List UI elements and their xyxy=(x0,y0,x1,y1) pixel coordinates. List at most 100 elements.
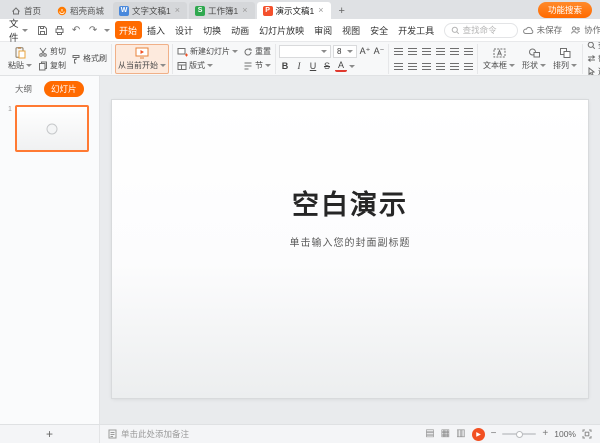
slide-thumbnail[interactable] xyxy=(15,105,89,152)
zoom-slider-knob[interactable] xyxy=(516,431,523,438)
notes-placeholder[interactable]: 单击此处添加备注 xyxy=(100,428,189,440)
columns-button[interactable] xyxy=(462,60,474,73)
zoom-out-button[interactable]: − xyxy=(491,429,497,439)
print-button[interactable] xyxy=(53,23,66,37)
replace-button[interactable]: 替换 xyxy=(586,53,600,64)
tab-review[interactable]: 审阅 xyxy=(310,21,337,39)
command-search-input[interactable] xyxy=(463,25,511,35)
file-menu-button[interactable]: 文件 xyxy=(6,16,31,44)
chevron-down-icon xyxy=(321,50,327,53)
distribute-button[interactable] xyxy=(448,60,460,73)
slides-tab[interactable]: 幻灯片 xyxy=(44,81,84,97)
document-tab-spreadsheet[interactable]: S 工作簿1 × xyxy=(189,2,255,19)
line-spacing-icon xyxy=(450,48,459,55)
fit-to-window-icon[interactable] xyxy=(582,429,592,439)
chevron-down-icon xyxy=(265,64,271,67)
paste-button[interactable]: 粘贴 xyxy=(6,44,34,74)
zoom-slider[interactable] xyxy=(502,433,536,435)
search-icon xyxy=(451,26,460,35)
ribbon-home: 粘贴 剪切 复制 格式刷 xyxy=(0,42,600,76)
tab-transitions[interactable]: 切换 xyxy=(199,21,226,39)
close-icon[interactable]: × xyxy=(317,6,324,15)
align-center-button[interactable] xyxy=(406,60,418,73)
align-right-button[interactable] xyxy=(420,60,432,73)
zoom-level[interactable]: 100% xyxy=(554,429,576,439)
font-name-combo[interactable] xyxy=(279,45,331,58)
print-icon xyxy=(54,25,65,36)
outline-tab[interactable]: 大纲 xyxy=(8,81,39,97)
tab-security[interactable]: 安全 xyxy=(366,21,393,39)
play-from-current-button[interactable]: 从当前开始 xyxy=(115,44,169,74)
normal-view-button[interactable]: ▤ xyxy=(425,429,434,439)
tab-home[interactable]: 开始 xyxy=(115,21,142,39)
tab-design[interactable]: 设计 xyxy=(171,21,198,39)
layout-button[interactable]: 版式 xyxy=(176,60,239,72)
undo-button[interactable]: ↶ xyxy=(70,23,83,37)
promo-button[interactable]: 功能搜索 xyxy=(538,2,592,18)
find-button[interactable]: 查找 xyxy=(586,42,600,51)
document-tab-writer[interactable]: W 文字文稿1 × xyxy=(113,2,187,19)
underline-button[interactable]: U xyxy=(307,60,319,73)
tab-view[interactable]: 视图 xyxy=(338,21,365,39)
arrange-button[interactable]: 排列 xyxy=(551,44,579,74)
chevron-down-icon[interactable] xyxy=(349,65,355,68)
shapes-button[interactable]: 形状 xyxy=(520,44,548,74)
text-direction-button[interactable] xyxy=(462,45,474,58)
increase-indent-button[interactable] xyxy=(434,45,446,58)
play-slideshow-button[interactable]: ▶ xyxy=(472,428,485,441)
docer-store-label: 稻壳商城 xyxy=(70,5,104,17)
strikethrough-button[interactable]: S xyxy=(321,60,333,73)
decrease-font-button[interactable]: A⁻ xyxy=(373,45,385,58)
select-button[interactable]: 选择 xyxy=(586,66,600,76)
save-button[interactable] xyxy=(36,23,49,37)
cut-button[interactable]: 剪切 xyxy=(37,46,67,58)
cut-icon xyxy=(38,47,48,57)
bold-button[interactable]: B xyxy=(279,60,291,73)
line-spacing-button[interactable] xyxy=(448,45,460,58)
tab-devtools[interactable]: 开发工具 xyxy=(394,21,439,39)
slide-sorter-view-button[interactable]: ▦ xyxy=(441,429,450,439)
italic-button[interactable]: I xyxy=(293,60,305,73)
notes-placeholder-label: 单击此处添加备注 xyxy=(121,428,189,440)
justify-button[interactable] xyxy=(434,60,446,73)
docer-store-icon xyxy=(57,6,67,16)
close-icon[interactable]: × xyxy=(174,6,181,15)
close-icon[interactable]: × xyxy=(241,6,248,15)
new-slide-button[interactable]: 新建幻灯片 xyxy=(176,46,239,58)
slide-canvas-area: 空白演示 单击输入您的封面副标题 xyxy=(100,76,600,424)
slide[interactable]: 空白演示 单击输入您的封面副标题 xyxy=(112,100,588,398)
increase-indent-icon xyxy=(436,48,445,55)
reset-button[interactable]: 重置 xyxy=(242,46,272,58)
tab-insert[interactable]: 插入 xyxy=(143,21,170,39)
chevron-down-icon[interactable] xyxy=(104,29,110,32)
font-size-combo[interactable]: 8 xyxy=(333,45,357,58)
increase-font-button[interactable]: A⁺ xyxy=(359,45,371,58)
textbox-button[interactable]: 文本框 xyxy=(481,44,517,74)
command-search[interactable] xyxy=(444,23,518,38)
collaborate-button[interactable]: 协作 xyxy=(570,24,600,36)
redo-button[interactable]: ↷ xyxy=(87,23,100,37)
align-left-button[interactable] xyxy=(392,60,404,73)
zoom-in-button[interactable]: + xyxy=(542,429,548,439)
numbered-list-button[interactable] xyxy=(406,45,418,58)
bullet-list-button[interactable] xyxy=(392,45,404,58)
layout-label: 版式 xyxy=(189,60,205,71)
docer-store-tab[interactable]: 稻壳商城 xyxy=(50,3,111,19)
copy-button[interactable]: 复制 xyxy=(37,60,67,72)
font-color-button[interactable]: A xyxy=(335,60,347,72)
tab-animations[interactable]: 动画 xyxy=(227,21,254,39)
section-button[interactable]: 节 xyxy=(242,60,272,72)
save-status[interactable]: 未保存 xyxy=(523,24,563,36)
textbox-label: 文本框 xyxy=(483,60,507,71)
slide-subtitle[interactable]: 单击输入您的封面副标题 xyxy=(112,234,588,249)
clipboard-group: 粘贴 剪切 复制 格式刷 xyxy=(3,44,112,74)
tab-slideshow[interactable]: 幻灯片放映 xyxy=(255,21,309,39)
file-menu-label: 文件 xyxy=(9,16,19,44)
decrease-indent-button[interactable] xyxy=(420,45,432,58)
add-slide-button[interactable]: + xyxy=(46,428,53,440)
reading-view-button[interactable]: ▥ xyxy=(456,429,465,439)
format-painter-button[interactable]: 格式刷 xyxy=(70,53,108,65)
slide-title[interactable]: 空白演示 xyxy=(112,183,588,222)
document-tab-presentation-active[interactable]: P 演示文稿1 × xyxy=(257,2,331,19)
new-document-tab-button[interactable]: + xyxy=(333,3,351,19)
